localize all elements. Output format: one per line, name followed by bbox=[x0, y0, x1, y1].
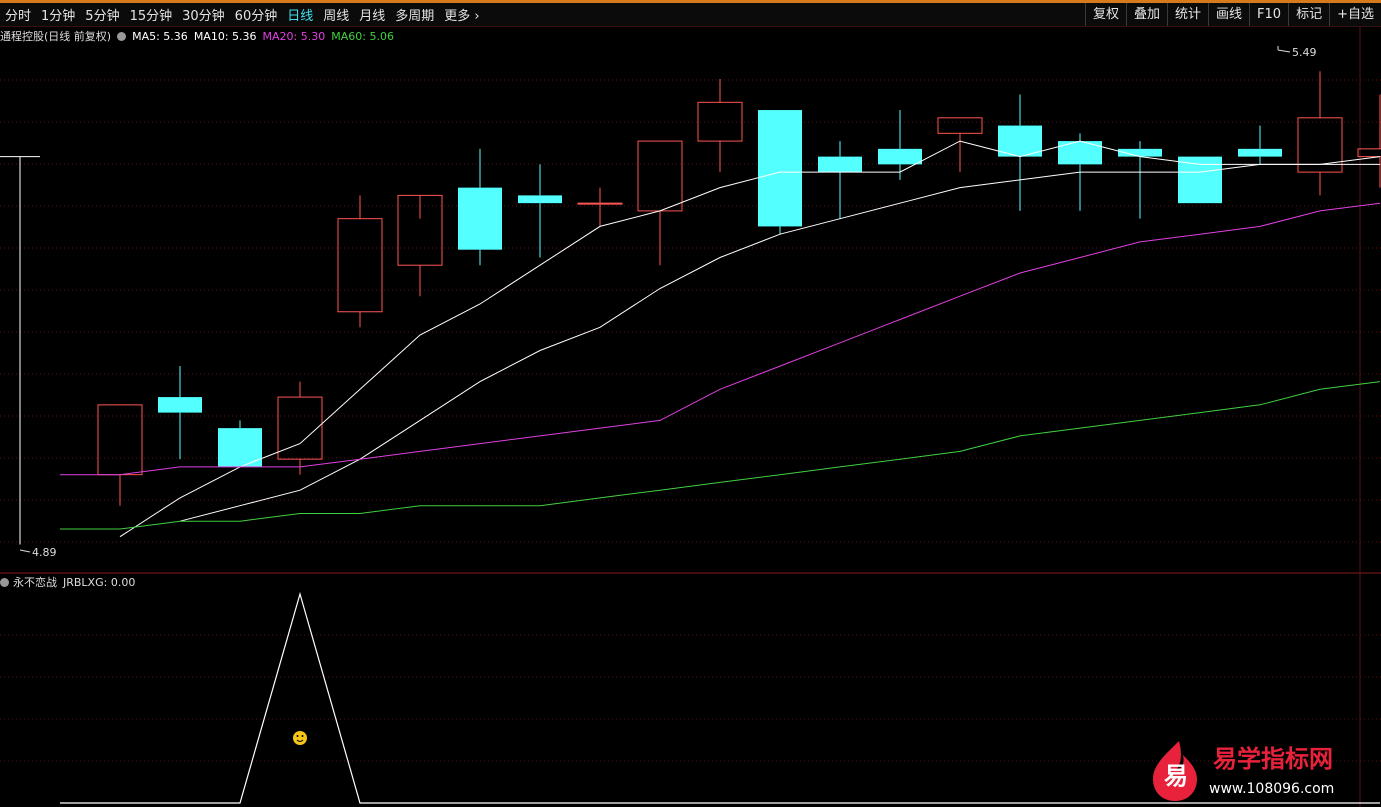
watermark-glyph: 易 bbox=[1164, 762, 1188, 790]
candle-body bbox=[518, 195, 562, 204]
candle-body bbox=[998, 125, 1042, 157]
candle-body bbox=[158, 397, 202, 413]
candle bbox=[458, 148, 502, 266]
sub-legend: 永不恋战 JRBLXG: 0.00 bbox=[0, 575, 135, 589]
price-labels: 5.49 4.89 bbox=[19, 46, 1317, 559]
candle bbox=[1238, 125, 1282, 165]
candle-body bbox=[878, 148, 922, 165]
candle bbox=[277, 381, 323, 475]
candle bbox=[0, 156, 40, 545]
candle-body bbox=[937, 117, 983, 134]
candle-body bbox=[1178, 156, 1222, 204]
candle-body bbox=[818, 156, 862, 173]
smiley-eye bbox=[301, 735, 304, 737]
candle bbox=[1297, 71, 1343, 196]
candle bbox=[818, 141, 862, 219]
candle bbox=[518, 164, 562, 258]
grid-lines bbox=[0, 27, 1381, 807]
candle-body bbox=[758, 110, 802, 227]
candles bbox=[0, 71, 1381, 545]
candle bbox=[218, 420, 262, 467]
low-marker bbox=[19, 549, 31, 553]
high-marker bbox=[1277, 46, 1291, 53]
watermark-logo: 易 易学指标网 www.108096.com bbox=[1145, 735, 1375, 803]
candle bbox=[397, 194, 443, 297]
high-price-label: 5.49 bbox=[1292, 46, 1317, 59]
candle bbox=[337, 195, 383, 328]
candle bbox=[158, 366, 202, 460]
watermark-graphic: 易 易学指标网 www.108096.com bbox=[1153, 741, 1334, 801]
candle bbox=[97, 404, 143, 506]
candle bbox=[697, 79, 743, 173]
candle bbox=[577, 187, 623, 227]
candle bbox=[878, 110, 922, 180]
candle bbox=[1357, 94, 1381, 188]
low-price-label: 4.89 bbox=[32, 546, 57, 559]
candle-body bbox=[1238, 148, 1282, 157]
settings-circle-icon[interactable] bbox=[0, 577, 9, 587]
candle-body bbox=[458, 187, 502, 250]
candle-body bbox=[637, 140, 683, 212]
candle-body bbox=[97, 404, 143, 476]
candle-body bbox=[1357, 148, 1381, 158]
candle-body bbox=[577, 202, 623, 205]
candle bbox=[637, 140, 683, 266]
indicator-value: JRBLXG: 0.00 bbox=[63, 575, 136, 589]
indicator-name[interactable]: 永不恋战 bbox=[13, 574, 57, 590]
watermark-url: www.108096.com bbox=[1209, 781, 1334, 797]
smiley-eye bbox=[296, 735, 299, 737]
watermark-brand: 易学指标网 bbox=[1213, 745, 1333, 773]
candle-body bbox=[337, 218, 383, 313]
smiley-icon bbox=[293, 731, 307, 745]
kline-chart[interactable]: 5.49 4.89 bbox=[0, 0, 1381, 807]
candle bbox=[1178, 156, 1222, 204]
